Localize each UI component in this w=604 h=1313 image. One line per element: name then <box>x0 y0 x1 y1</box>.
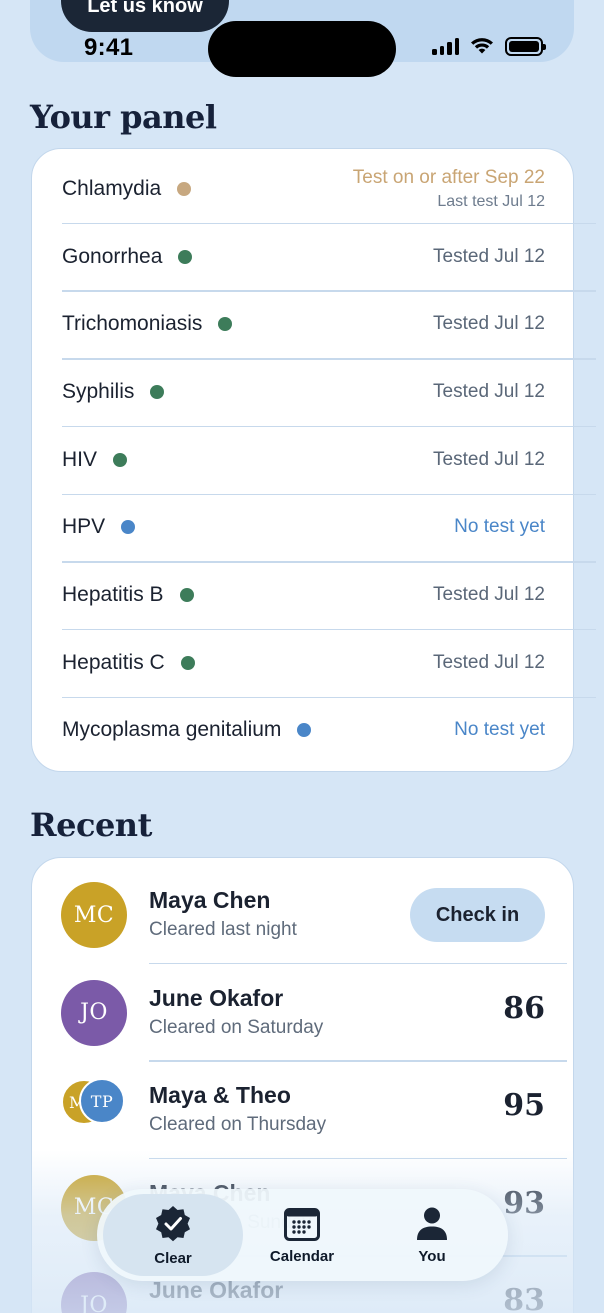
panel-item-status: Tested Jul 12 <box>433 381 545 403</box>
avatar: TP <box>79 1078 125 1124</box>
tab-clear[interactable]: Clear <box>103 1194 243 1276</box>
let-us-know-button[interactable]: Let us know <box>61 0 229 32</box>
recent-row[interactable]: M TP Maya & Theo Cleared on Thursday 95 <box>32 1053 573 1150</box>
battery-icon <box>505 36 546 56</box>
tab-calendar-label: Calendar <box>269 1247 335 1265</box>
panel-item-status: Tested Jul 12 <box>433 246 545 268</box>
status-text: Tested Jul 12 <box>433 245 545 267</box>
panel-item-status: No test yet <box>454 719 545 741</box>
panel-item-name: Hepatitis C <box>62 650 165 674</box>
status-dot <box>113 452 128 467</box>
panel-card: Chlamydia Test on or after Sep 22 Last tes… <box>31 148 596 772</box>
panel-row[interactable]: Gonorrhea Tested Jul 12 <box>62 223 575 291</box>
status-text: No test yet <box>454 719 545 741</box>
panel-item-status: Test on or after Sep 22 Last test Jul 12 <box>353 167 545 211</box>
avatar: JO <box>61 979 127 1046</box>
avatar: MC <box>61 882 127 948</box>
dynamic-island <box>208 21 396 77</box>
score: 86 <box>503 990 545 1026</box>
recent-title: Recent <box>30 806 152 844</box>
status-text: Tested Jul 12 <box>433 313 545 335</box>
tab-you[interactable]: You <box>367 1194 497 1276</box>
panel-item-name: Trichomoniasis <box>62 312 203 336</box>
person-icon <box>417 1207 447 1240</box>
contact-name: Maya & Theo <box>149 1082 291 1108</box>
status-dot <box>218 317 233 332</box>
cleared-text: Cleared on Saturday <box>149 1016 324 1038</box>
verified-badge-icon <box>156 1205 190 1241</box>
status-dot <box>150 384 165 399</box>
panel-item-name: Hepatitis B <box>62 583 164 607</box>
status-dot <box>178 249 193 264</box>
tab-clear-label: Clear <box>154 1249 192 1267</box>
panel-row[interactable]: Hepatitis B Tested Jul 12 <box>62 561 575 629</box>
status-dot <box>297 723 312 738</box>
panel-item-status: Tested Jul 12 <box>433 652 545 674</box>
panel-row[interactable]: Trichomoniasis Tested Jul 12 <box>62 290 575 358</box>
contact-name: June Okafor <box>149 984 284 1011</box>
panel-title: Your panel <box>30 98 217 136</box>
status-dot <box>177 181 192 196</box>
panel-item-name: HPV <box>62 515 106 539</box>
panel-row[interactable]: Hepatitis C Tested Jul 12 <box>62 629 575 697</box>
recent-row[interactable]: MC Maya Chen Cleared last night Check in <box>32 858 573 955</box>
status-dot <box>121 520 136 535</box>
status-icons <box>432 36 546 56</box>
tab-you-label: You <box>418 1247 446 1265</box>
calendar-icon <box>284 1207 320 1241</box>
status-dot <box>179 588 194 603</box>
wifi-icon <box>471 38 493 54</box>
panel-row[interactable]: HPV No test yet <box>62 494 575 562</box>
panel-row[interactable]: Mycoplasma genitalium No test yet <box>62 697 575 765</box>
panel-item-name: Chlamydia <box>62 176 162 200</box>
panel-item-status: Tested Jul 12 <box>433 449 545 471</box>
status-text: Tested Jul 12 <box>433 651 545 673</box>
tab-bar: Clear Calendar You <box>97 1189 508 1281</box>
contact-name: Maya Chen <box>149 887 271 913</box>
panel-item-name: Syphilis <box>62 379 135 403</box>
panel-item-status: Tested Jul 12 <box>433 313 545 335</box>
cleared-text: Cleared last night <box>149 919 297 940</box>
cleared-text: Cleared on Thursday <box>149 1114 327 1135</box>
status-time: 9:41 <box>84 34 134 61</box>
status-dot <box>180 655 195 670</box>
panel-row[interactable]: HIV Tested Jul 12 <box>62 426 575 494</box>
panel-item-name: HIV <box>62 447 98 471</box>
status-text: No test yet <box>454 516 545 538</box>
panel-row[interactable]: Syphilis Tested Jul 12 <box>62 358 575 426</box>
panel-item-status: No test yet <box>454 516 545 538</box>
status-text: Tested Jul 12 <box>433 380 545 402</box>
panel-item-name: Gonorrhea <box>62 244 163 268</box>
signal-icon <box>432 37 459 55</box>
panel-row[interactable]: Chlamydia Test on or after Sep 22 Last tes… <box>62 155 575 223</box>
tab-calendar[interactable]: Calendar <box>237 1194 367 1276</box>
status-text: Tested Jul 12 <box>433 448 545 470</box>
score: 95 <box>503 1088 545 1123</box>
last-test-text: Last test Jul 12 <box>437 192 545 210</box>
status-text: Tested Jul 12 <box>433 584 545 606</box>
panel-item-name: Mycoplasma genitalium <box>62 718 282 742</box>
panel-item-status: Tested Jul 12 <box>433 584 545 606</box>
recent-row[interactable]: JO June Okafor Cleared on Saturday 86 <box>32 956 573 1053</box>
check-in-button[interactable]: Check in <box>410 888 545 942</box>
status-text: Test on or after Sep 22 <box>352 166 545 188</box>
